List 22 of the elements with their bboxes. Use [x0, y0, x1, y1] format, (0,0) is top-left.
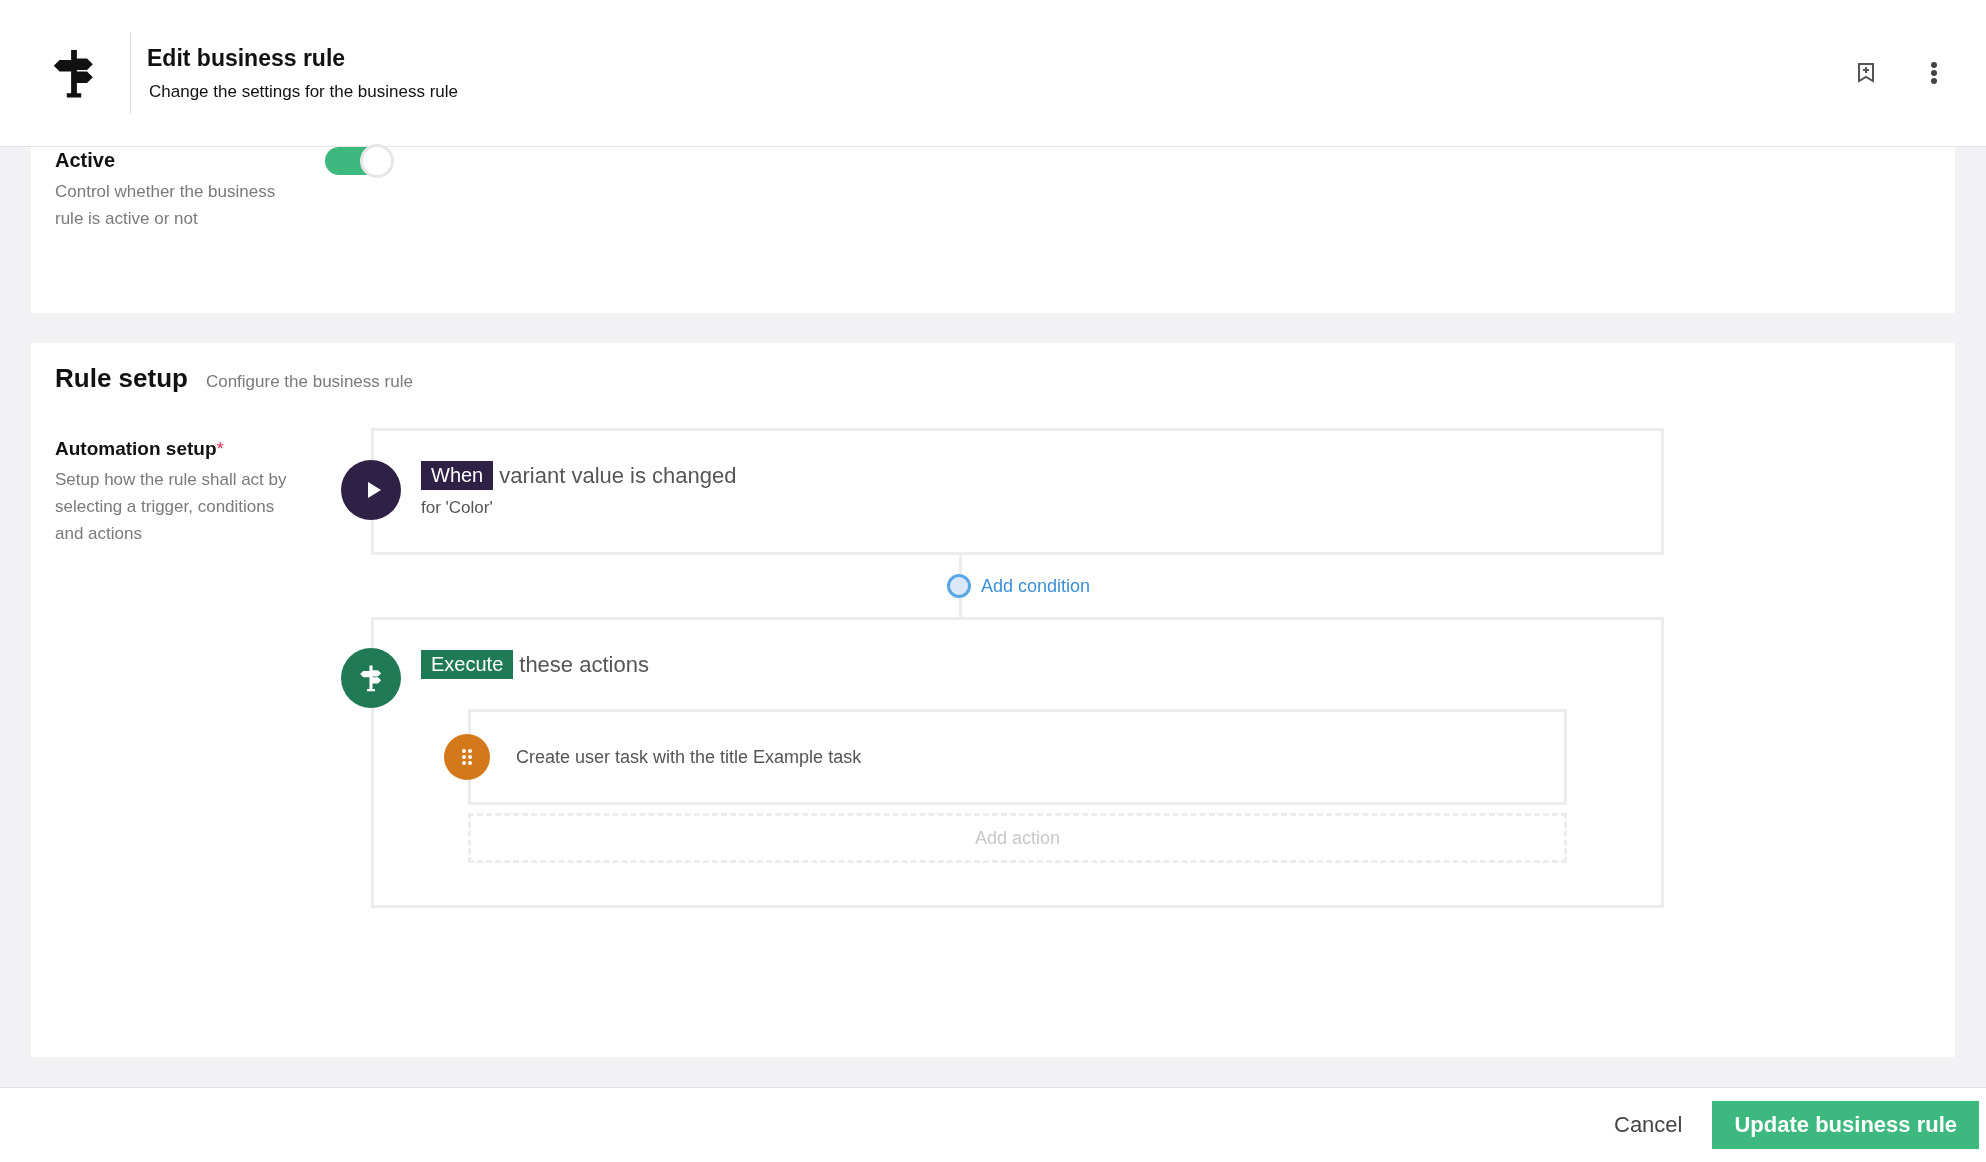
page-title: Edit business rule	[147, 44, 347, 72]
trigger-text: variant value is changed	[499, 462, 737, 489]
action-item[interactable]: Create user task with the title Example task	[468, 709, 1567, 805]
section-title: Rule setup	[55, 363, 188, 394]
toggle-switch[interactable]	[325, 147, 391, 175]
required-mark: *	[216, 438, 224, 459]
page-subtitle: Change the settings for the business rule	[148, 81, 459, 102]
more-options-icon[interactable]	[1928, 59, 1940, 87]
trigger-tag: When	[421, 461, 494, 490]
action-text: Create user task with the title Example task	[516, 746, 862, 768]
cancel-button[interactable]: Cancel	[1608, 1111, 1689, 1139]
field-label: Active	[55, 149, 117, 172]
trigger-detail: for 'Color'	[421, 498, 494, 518]
field-description: Setup how the rule shall act by selecting a trigger, conditions and actions	[55, 469, 287, 545]
signpost-icon	[52, 47, 96, 99]
action-block-text: these actions	[519, 651, 649, 678]
section-subtitle: Configure the business rule	[205, 372, 413, 392]
drag-dots-icon	[444, 734, 490, 780]
field-label: Automation setup	[55, 438, 217, 459]
action-tag: Execute	[421, 650, 514, 679]
field-description: Control whether the business rule is active or not	[55, 181, 277, 230]
update-button[interactable]: Update business rule	[1712, 1101, 1979, 1149]
